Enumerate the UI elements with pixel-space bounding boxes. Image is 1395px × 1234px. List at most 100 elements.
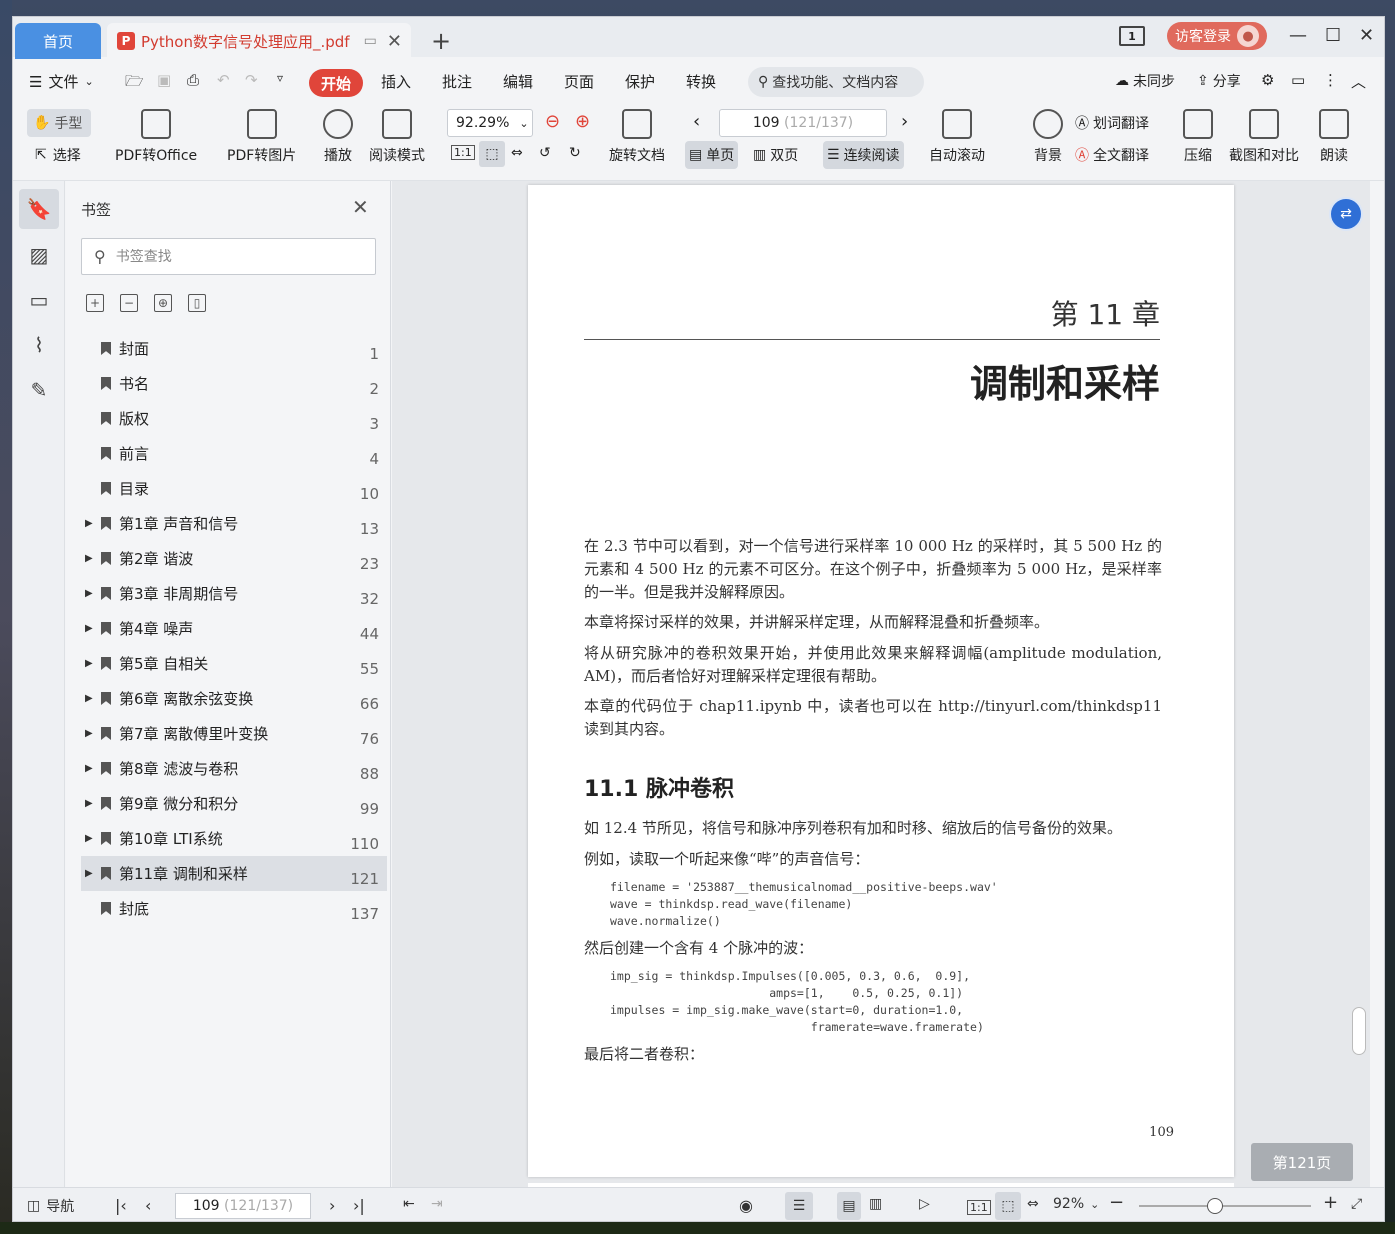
next-page-icon[interactable]: › [901, 111, 908, 132]
expand-arrow-icon[interactable]: ▶ [85, 658, 97, 669]
more-icon[interactable]: ⋮ [1323, 71, 1338, 89]
attachment-icon[interactable]: ⌇ [19, 325, 59, 365]
menu-protect[interactable]: 保护 [625, 71, 655, 92]
minimize-icon[interactable]: — [1289, 25, 1307, 46]
zoom-in-icon[interactable]: ⊕ [575, 111, 590, 132]
expand-all-icon[interactable]: + [86, 294, 104, 312]
pdf-to-office-button[interactable]: PDF转Office [115, 109, 197, 165]
expand-arrow-icon[interactable]: ▶ [85, 763, 97, 774]
bookmark-search-input[interactable] [115, 248, 356, 265]
expand-arrow-icon[interactable]: ▶ [85, 588, 97, 599]
single-page-button[interactable]: ▤ 单页 [685, 141, 739, 169]
zoom-status[interactable]: 92% ⌄ [1053, 1196, 1099, 1212]
collapse-ribbon-icon[interactable]: ︿ [1351, 71, 1366, 92]
actual-size-status[interactable]: 1:1 [967, 1200, 991, 1215]
undo-icon[interactable]: ↶ [217, 71, 230, 89]
double-page-button[interactable]: ▥ 双页 [749, 141, 802, 169]
document-viewport[interactable]: 第 11 章 调制和采样 在 2.3 节中可以看到，对一个信号进行采样率 10 … [392, 181, 1370, 1189]
comment-panel-icon[interactable]: ▭ [19, 280, 59, 320]
bookmark-search[interactable]: ⚲ [81, 238, 376, 275]
menu-start[interactable]: 开始 [309, 69, 363, 97]
double-status-icon[interactable]: ▥ [869, 1196, 882, 1212]
continuous-status-icon[interactable]: ☰ [785, 1192, 813, 1220]
read-aloud-button[interactable]: 朗读 [1319, 109, 1349, 165]
close-window-icon[interactable]: ✕ [1359, 25, 1374, 46]
play-button[interactable]: 播放 [323, 109, 353, 165]
zoom-select[interactable]: 92.29% ⌄ [447, 109, 533, 137]
actual-size-button[interactable]: 1:1 [451, 145, 475, 160]
status-page-input[interactable]: 109 (121/137) [175, 1193, 311, 1219]
screenshot-compare-button[interactable]: 截图和对比 [1229, 109, 1299, 165]
signature-icon[interactable]: ✎ [19, 370, 59, 410]
sync-status[interactable]: ☁ 未同步 [1115, 71, 1175, 91]
bookmark-item[interactable]: ▶ 第7章 离散傅里叶变换 76 [81, 716, 387, 751]
save-icon[interactable]: ▣ [157, 71, 171, 89]
collapse-all-icon[interactable]: − [120, 294, 138, 312]
background-button[interactable]: 背景 [1033, 109, 1063, 165]
select-tool-button[interactable]: ⇱ 选择 [35, 145, 81, 165]
close-panel-icon[interactable]: ✕ [352, 195, 369, 219]
play-status-icon[interactable]: ▷ [919, 1196, 930, 1212]
read-mode-button[interactable]: 阅读模式 [369, 109, 425, 165]
redo-icon[interactable]: ↷ [245, 71, 258, 89]
zoom-out-icon[interactable]: ⊖ [545, 111, 560, 132]
bookmark-item[interactable]: ▶ 第5章 自相关 55 [81, 646, 387, 681]
expand-arrow-icon[interactable]: ▶ [85, 798, 97, 809]
zoom-slider-knob[interactable] [1207, 1198, 1223, 1214]
bookmark-item[interactable]: ▶ 第8章 滤波与卷积 88 [81, 751, 387, 786]
bookmark-item[interactable]: ▶ 第3章 非周期信号 32 [81, 576, 387, 611]
thumbnail-icon[interactable]: ▨ [19, 235, 59, 275]
delete-bookmark-icon[interactable]: ▯ [188, 294, 206, 312]
expand-arrow-icon[interactable]: ▶ [85, 833, 97, 844]
bookmark-item[interactable]: 前言 4 [81, 436, 387, 471]
prev-page-icon[interactable]: ‹ [145, 1196, 151, 1215]
floating-convert-icon[interactable]: ⇄ [1329, 197, 1363, 231]
fit-width-icon[interactable]: ⇔ [511, 145, 523, 161]
file-menu[interactable]: ☰ 文件 ⌄ [29, 71, 94, 92]
first-page-icon[interactable]: |‹ [115, 1196, 127, 1215]
full-translate-button[interactable]: Ⓐ 全文翻译 [1075, 145, 1149, 165]
bookmark-item[interactable]: ▶ 第10章 LTI系统 110 [81, 821, 387, 856]
single-status-icon[interactable]: ▤ [837, 1192, 861, 1220]
menu-edit[interactable]: 编辑 [503, 71, 533, 92]
menu-page[interactable]: 页面 [564, 71, 594, 92]
menu-convert[interactable]: 转换 [686, 71, 716, 92]
more-quick-icon[interactable]: ▿ [277, 71, 283, 85]
word-translate-button[interactable]: Ⓐ 划词翻译 [1075, 113, 1149, 133]
tab-document[interactable]: P Python数字信号处理应用_.pdf ▭ ✕ [107, 23, 411, 59]
maximize-icon[interactable]: ☐ [1325, 25, 1341, 46]
pin-icon[interactable]: ▭ [364, 33, 377, 49]
rotate-right-icon[interactable]: ↻ [569, 145, 581, 161]
expand-arrow-icon[interactable]: ▶ [85, 623, 97, 634]
zoom-slider-track[interactable] [1139, 1205, 1311, 1207]
rotate-document-button[interactable]: 旋转文档 [609, 109, 665, 165]
fit-page-status-icon[interactable]: ⬚ [995, 1192, 1021, 1220]
menu-annotate[interactable]: 批注 [442, 71, 472, 92]
expand-arrow-icon[interactable]: ▶ [85, 728, 97, 739]
fullscreen-icon[interactable]: ⤢ [1351, 1196, 1362, 1212]
bookmark-item[interactable]: 版权 3 [81, 401, 387, 436]
window-count-indicator[interactable]: 1 [1119, 26, 1145, 46]
menu-insert[interactable]: 插入 [381, 71, 411, 92]
comment-icon[interactable]: ▭ [1291, 71, 1305, 89]
pdf-to-image-button[interactable]: PDF转图片 [227, 109, 296, 165]
bookmark-item[interactable]: ▶ 第4章 噪声 44 [81, 611, 387, 646]
expand-arrow-icon[interactable]: ▶ [85, 553, 97, 564]
expand-arrow-icon[interactable]: ▶ [85, 868, 97, 879]
auto-scroll-button[interactable]: 自动滚动 [929, 109, 985, 165]
open-folder-icon[interactable]: 🗁 [125, 71, 144, 96]
last-page-icon[interactable]: ›| [353, 1196, 365, 1215]
zoom-out-status-icon[interactable]: − [1109, 1192, 1124, 1213]
back-icon[interactable]: ⇤ [403, 1196, 415, 1212]
forward-icon[interactable]: ⇥ [431, 1196, 443, 1212]
tab-home[interactable]: 首页 [15, 23, 101, 59]
page-number-input[interactable]: 109 (121/137) [719, 109, 887, 137]
new-tab-icon[interactable]: + [431, 27, 451, 55]
fit-page-icon[interactable]: ⬚ [479, 141, 505, 167]
eye-protect-icon[interactable]: ◉ [739, 1196, 753, 1215]
settings-icon[interactable]: ⚙ [1261, 71, 1274, 89]
continuous-read-button[interactable]: ☰ 连续阅读 [823, 141, 904, 169]
bookmark-item[interactable]: 目录 10 [81, 471, 387, 506]
zoom-in-status-icon[interactable]: + [1323, 1192, 1338, 1213]
next-page-icon[interactable]: › [329, 1196, 335, 1215]
